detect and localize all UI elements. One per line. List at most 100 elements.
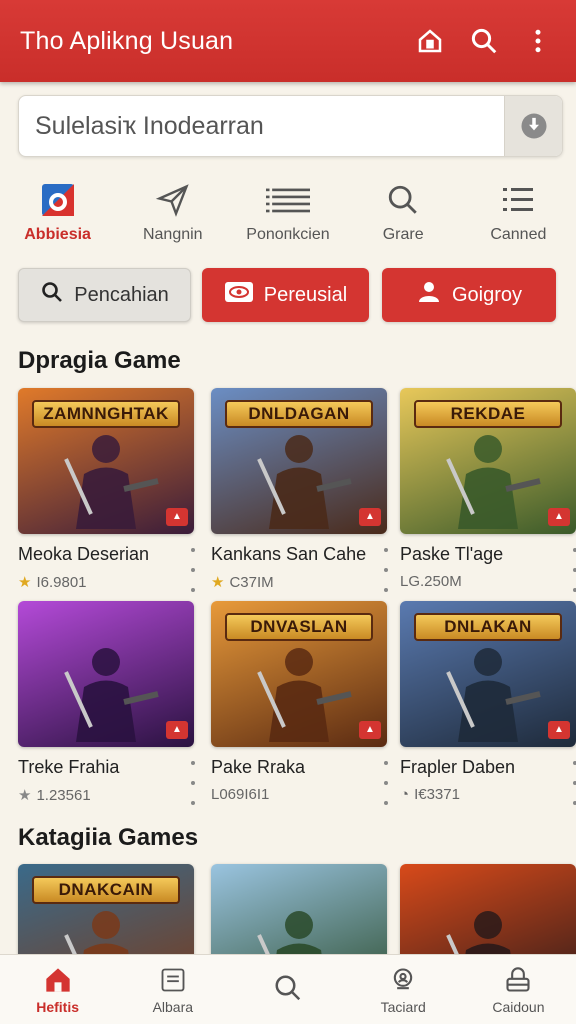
star-icon: ★ <box>18 574 32 591</box>
home-icon[interactable] <box>410 21 450 61</box>
game-card[interactable]: DNVASLAN ▲ Pake Rraka L069I6I1 <box>211 601 391 805</box>
more-options-icon[interactable] <box>570 548 576 592</box>
game-card[interactable]: DNLAKAN ▲ Frapler Daben ◔ I€3371 <box>400 601 576 805</box>
game-title[interactable]: Paske Tl'age <box>400 544 576 565</box>
more-options-icon[interactable] <box>188 548 198 592</box>
list-icon <box>265 180 310 220</box>
game-logo-banner: REKDAE <box>414 400 562 428</box>
game-logo-banner: ZAMNNGHTAK <box>32 400 180 428</box>
clock-icon: ◔ <box>400 786 410 803</box>
game-meta-value: I€3371 <box>414 786 460 803</box>
eye-icon <box>224 281 254 309</box>
play-badge-icon: ▲ <box>166 721 188 739</box>
game-meta-value: L069I6I1 <box>211 786 270 803</box>
chip-label: Goigroy <box>451 283 523 306</box>
game-title[interactable]: Kankans San Cahe <box>211 544 389 565</box>
play-badge-icon: ▲ <box>359 508 381 526</box>
bottom-navigation: Hefitis Albara Taciard Caidoun <box>0 954 576 1024</box>
nav-albara[interactable]: Albara <box>115 955 230 1024</box>
menu-list-icon <box>496 180 540 220</box>
star-icon: ★ <box>211 574 225 591</box>
game-meta-value: C37IM <box>229 573 274 591</box>
game-card[interactable]: DNLDAGAN ▲ Kankans San Cahe ★ C37IM <box>211 388 391 592</box>
nav-hefitis[interactable]: Hefitis <box>0 955 115 1024</box>
game-meta-value: LG.250M <box>400 573 462 590</box>
more-vertical-icon[interactable] <box>518 21 558 61</box>
search-icon[interactable] <box>464 21 504 61</box>
nav-label: Taciard <box>380 998 426 1015</box>
game-logo-banner: DNLDAGAN <box>225 400 373 428</box>
game-thumbnail[interactable]: DNVASLAN ▲ <box>211 601 387 747</box>
search-person-icon <box>388 965 418 995</box>
app-title: Tho Aplikng Usuan <box>20 26 234 55</box>
game-meta: ★ 1.23561 <box>18 786 196 805</box>
game-thumbnail[interactable]: ▲ <box>18 601 194 747</box>
search-icon <box>40 280 64 310</box>
category-canned[interactable]: Canned <box>461 180 576 250</box>
send-icon <box>151 180 195 220</box>
game-title[interactable]: Meoka Deserian <box>18 544 196 565</box>
more-options-icon[interactable] <box>188 761 198 805</box>
play-badge-icon: ▲ <box>548 721 570 739</box>
game-art <box>239 419 359 534</box>
play-badge-icon: ▲ <box>166 508 188 526</box>
game-title[interactable]: Treke Frahia <box>18 757 196 778</box>
game-art <box>46 419 166 534</box>
nav-taciard[interactable]: Taciard <box>346 955 461 1024</box>
game-art <box>239 632 359 747</box>
category-label: Grare <box>382 226 424 243</box>
game-title[interactable]: Frapler Daben <box>400 757 576 778</box>
app-bar: Tho Aplikng Usuan <box>0 0 576 82</box>
search-bar[interactable]: Sulelasiҡ Inodearran <box>18 95 563 157</box>
play-badge-icon: ▲ <box>359 721 381 739</box>
search-icon <box>273 973 303 1003</box>
game-meta: L069I6I1 <box>211 786 389 803</box>
category-ponoпkcien[interactable]: Ponoпkcien <box>230 180 345 250</box>
game-card[interactable]: ZAMNNGHTAK ▲ Meoka Deserian ★ I6.9801 <box>18 388 198 592</box>
chip-pereusial[interactable]: Pereusial <box>202 268 369 322</box>
game-art <box>428 419 548 534</box>
nav-caidoun[interactable]: Caidoun <box>461 955 576 1024</box>
game-meta: ★ C37IM <box>211 573 389 592</box>
chip-goigroy[interactable]: Goigroy <box>382 268 556 322</box>
game-meta-value: I6.9801 <box>36 573 87 591</box>
game-logo-banner: DNLAKAN <box>414 613 562 641</box>
download-icon[interactable] <box>504 96 562 156</box>
category-label: Ponoпkcien <box>246 226 330 243</box>
section-title: Dpragia Game <box>18 347 181 374</box>
category-label: Nangnin <box>142 226 203 243</box>
game-art <box>428 632 548 747</box>
chip-pencahian[interactable]: Pencahian <box>18 268 191 322</box>
game-thumbnail[interactable]: DNLAKAN ▲ <box>400 601 576 747</box>
game-title[interactable]: Pake Rraka <box>211 757 389 778</box>
more-options-icon[interactable] <box>381 761 391 805</box>
play-badge-icon: ▲ <box>548 508 570 526</box>
search-input[interactable]: Sulelasiҡ Inodearran <box>19 112 504 141</box>
game-logo-banner: DNAKCAIN <box>32 876 180 904</box>
user-icon <box>416 280 442 310</box>
category-grare[interactable]: Grare <box>346 180 461 250</box>
game-thumbnail[interactable]: ZAMNNGHTAK ▲ <box>18 388 194 534</box>
nav-label: Caidoun <box>492 998 545 1015</box>
category-nangnin[interactable]: Nangnin <box>115 180 230 250</box>
filter-chips: Pencahian Pereusial Goigroy <box>18 268 558 322</box>
category-label: Canned <box>490 226 547 243</box>
nav-search[interactable] <box>230 955 345 1024</box>
game-meta: ★ I6.9801 <box>18 573 196 592</box>
chip-label: Pereusial <box>263 283 348 306</box>
nav-label: Hefitis <box>36 998 79 1015</box>
game-card[interactable]: ▲ Treke Frahia ★ 1.23561 <box>18 601 198 805</box>
star-icon: ★ <box>18 787 32 804</box>
nav-label: Albara <box>152 998 194 1015</box>
more-options-icon[interactable] <box>570 761 576 805</box>
game-card[interactable]: REKDAE ▲ Paske Tl'age LG.250M <box>400 388 576 592</box>
game-meta: LG.250M <box>400 573 576 590</box>
game-logo-banner: DNVASLAN <box>225 613 373 641</box>
game-meta: ◔ I€3371 <box>400 786 576 803</box>
game-thumbnail[interactable]: REKDAE ▲ <box>400 388 576 534</box>
more-options-icon[interactable] <box>381 548 391 592</box>
game-thumbnail[interactable]: DNLDAGAN ▲ <box>211 388 387 534</box>
chip-label: Pencahian <box>74 283 169 306</box>
category-abbiesia[interactable]: Abbiesia <box>0 180 115 250</box>
game-art <box>46 632 166 747</box>
